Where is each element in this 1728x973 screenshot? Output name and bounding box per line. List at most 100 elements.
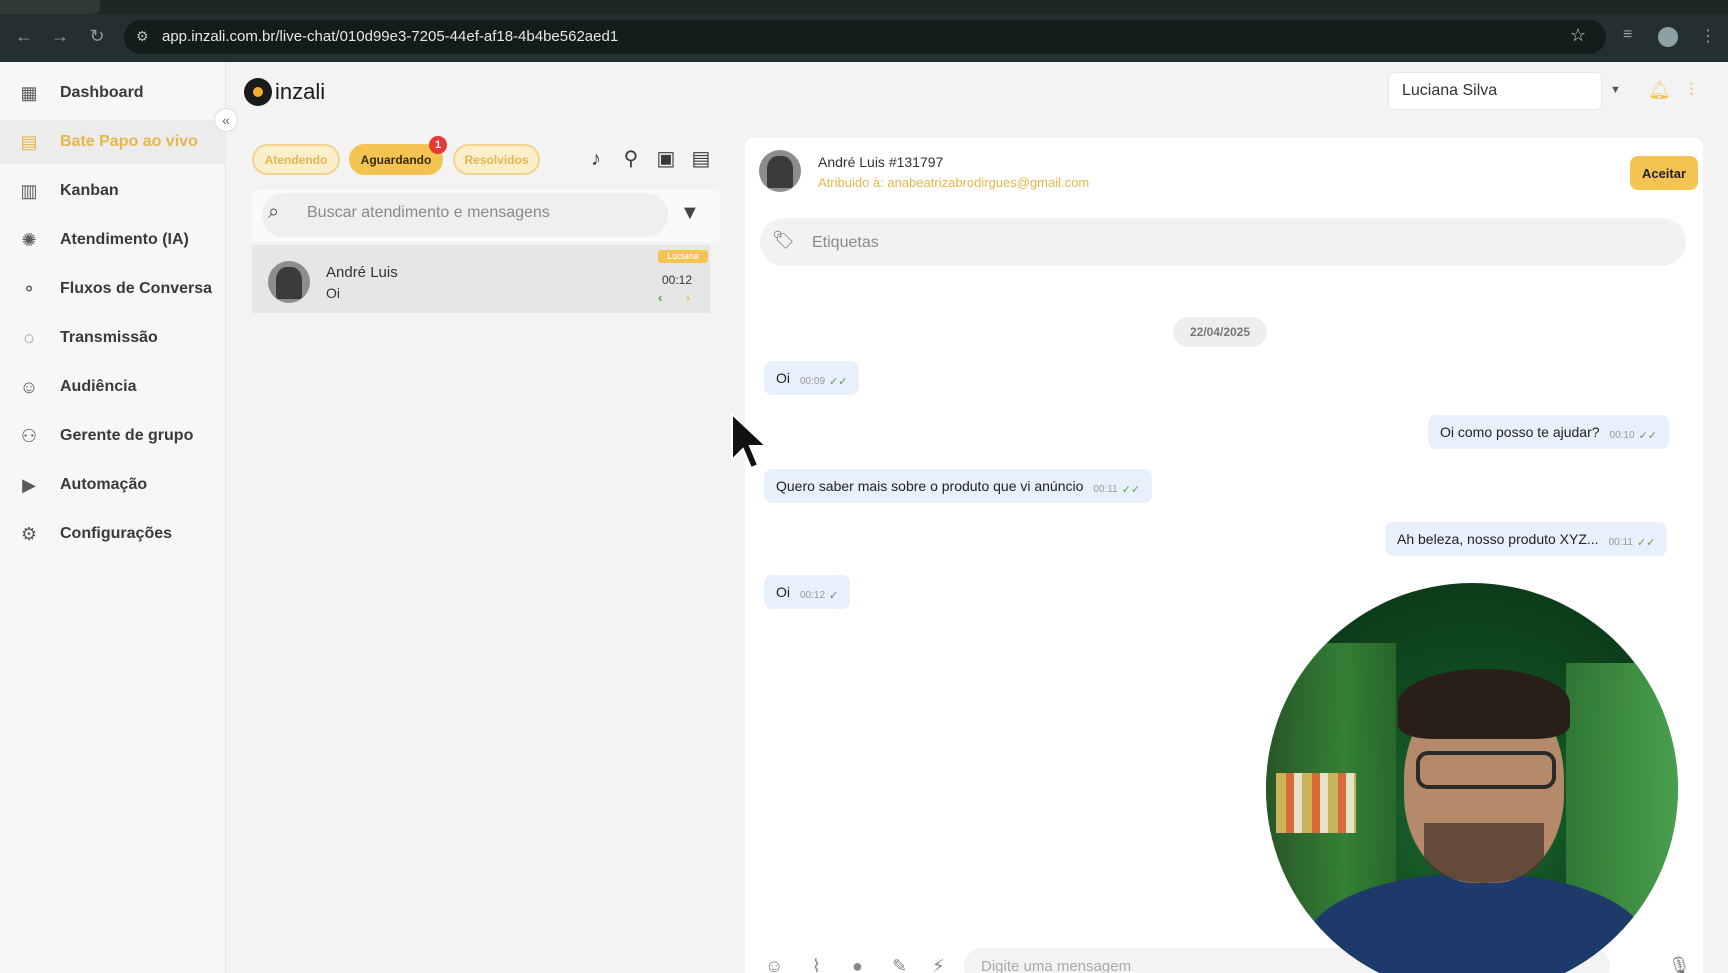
sidebar-item-broadcast[interactable]: ◌ Transmissão [0,316,226,360]
tab-atendendo[interactable]: Atendendo [252,144,340,175]
record-icon[interactable]: ● [852,956,863,973]
reload-icon[interactable]: ↻ [87,26,107,46]
message-time: 00:09 [800,375,826,387]
sidebar-item-ai[interactable]: ✺ Atendimento (IA) [0,218,226,262]
emoji-icon[interactable]: ☺ [765,956,783,973]
sidebar-item-automation[interactable]: ▶ Automação [0,463,226,507]
message-text: Oi como posso te ajudar? [1440,424,1600,440]
calendar-icon[interactable]: ▣ [654,147,678,171]
tab-resolvidos[interactable]: Resolvidos [453,144,540,175]
message-time: 00:12 [800,589,826,601]
browser-tab-strip [0,0,1728,14]
sidebar-item-group-manager[interactable]: ⚇ Gerente de grupo [0,414,226,458]
sidebar-item-flows[interactable]: ⚬ Fluxos de Conversa [0,267,226,311]
double-check-icon: ✓✓ [1636,536,1656,549]
tags-input[interactable] [760,218,1686,266]
message-bubble: Ah beleza, nosso produto XYZ... 00:11 ✓✓ [1385,522,1668,556]
music-note-icon[interactable]: ♪ [584,147,608,171]
message-text: Ah beleza, nosso produto XYZ... [1397,531,1599,547]
sidebar-item-live-chat[interactable]: ▤ Bate Papo ao vivo [0,120,226,164]
chat-icon: ▤ [20,131,38,152]
user-select-value[interactable]: Luciana Silva [1402,82,1497,100]
reading-list-icon[interactable]: ≡ [1623,26,1632,44]
conversation-time: 00:12 [662,273,693,287]
add-contact-icon[interactable]: ⚲ [619,147,643,171]
sidebar-item-label: Kanban [60,182,119,199]
notification-badge: 1 [429,136,447,154]
chevron-left-icon[interactable]: ‹ [658,290,662,305]
message-bubble: Quero saber mais sobre o produto que vi … [764,469,1153,503]
bell-icon[interactable]: 🔔︎ [1648,80,1671,101]
kanban-icon: ▥ [20,180,38,201]
sidebar-item-label: Bate Papo ao vivo [60,133,198,150]
gear-icon: ⚙ [20,523,38,544]
assigned-to: Atribuido à: anabeatrizabrodirgues@gmail… [818,175,1090,190]
message-text: Oi [776,584,790,600]
browser-tab[interactable] [0,0,100,14]
attachment-icon[interactable]: ⌇ [812,956,821,973]
message-icon[interactable]: ▤ [689,147,713,171]
sidebar-item-label: Fluxos de Conversa [60,280,213,297]
double-check-icon: ✓✓ [1121,483,1141,496]
ai-icon: ✺ [21,229,37,250]
broadcast-icon: ◌ [23,327,35,348]
back-icon[interactable]: ← [14,26,34,46]
sidebar-item-label: Transmissão [60,329,158,346]
check-icon: ✓ [829,589,839,602]
sidebar-item-label: Automação [60,476,148,493]
message-time: 00:11 [1093,483,1118,495]
accept-button[interactable]: Aceitar [1630,156,1698,190]
message-text: Quero saber mais sobre o produto que vi … [776,478,1084,494]
logo-icon [244,78,272,106]
message-bubble: Oi 00:12 ✓ [764,575,851,609]
message-bubble: Oi como posso te ajudar? 00:10 ✓✓ [1428,415,1669,449]
quick-reply-icon[interactable]: ⚡︎ [932,956,945,973]
double-check-icon: ✓✓ [829,375,848,388]
status-badge: Luciana [658,250,708,263]
sidebar-item-settings[interactable]: ⚙ Configurações [0,512,226,556]
sidebar: ▦ Dashboard ▤ Bate Papo ao vivo ▥ Kanban… [0,62,226,973]
message-time: 00:11 [1608,536,1633,548]
filter-icon[interactable]: ▼ [680,202,700,225]
chevron-right-icon[interactable]: › [686,290,690,305]
tag-icon: 🏷︎ [772,230,795,250]
conversation-name: André Luis [326,264,398,281]
double-check-icon: ✓✓ [1638,429,1657,442]
microphone-icon[interactable]: 🎙︎ [1668,956,1691,973]
date-separator: 22/04/2025 [1173,317,1267,347]
sidebar-item-audience[interactable]: ☺ Audiência [0,365,226,409]
group-manager-icon: ⚇ [20,425,38,446]
bookmark-star-icon[interactable]: ☆ [1570,25,1586,46]
message-text: Oi [776,370,790,386]
sidebar-item-dashboard[interactable]: ▦ Dashboard [0,71,226,115]
message-bubble: Oi 00:09 ✓✓ [764,361,860,395]
dashboard-icon: ▦ [20,82,38,103]
collapse-sidebar-icon[interactable]: « [214,108,238,132]
sidebar-item-label: Atendimento (IA) [60,231,189,248]
audience-icon: ☺ [19,376,39,397]
browser-menu-icon[interactable]: ⋮ [1700,26,1716,46]
sliders-icon[interactable]: ⫶ [1689,80,1694,101]
message-time: 00:10 [1609,429,1635,441]
contact-name: André Luis #131797 [818,154,944,170]
mouse-cursor-icon [731,412,769,470]
sidebar-item-label: Configurações [60,525,173,542]
search-icon: ⌕ [268,201,280,223]
search-placeholder[interactable]: Buscar atendimento e mensagens [307,204,550,222]
sidebar-item-label: Dashboard [60,84,144,101]
sidebar-item-kanban[interactable]: ▥ Kanban [0,169,226,213]
signature-icon[interactable]: ✎ [892,956,907,973]
message-input-placeholder[interactable]: Digite uma mensagem [981,958,1131,973]
conversation-last-message: Oi [326,285,340,301]
tags-placeholder[interactable]: Etiquetas [812,234,879,252]
conversation-item[interactable] [252,245,710,313]
url-text[interactable]: app.inzali.com.br/live-chat/010d99e3-720… [162,28,618,45]
sidebar-item-label: Gerente de grupo [60,427,194,444]
site-settings-icon[interactable]: ⚙ [136,28,152,44]
chevron-down-icon[interactable]: ▼ [1610,84,1621,96]
profile-avatar[interactable] [1658,27,1678,47]
play-icon: ▶ [22,474,36,495]
avatar [268,261,310,303]
webcam-overlay [1266,583,1678,973]
forward-icon[interactable]: → [50,26,70,46]
